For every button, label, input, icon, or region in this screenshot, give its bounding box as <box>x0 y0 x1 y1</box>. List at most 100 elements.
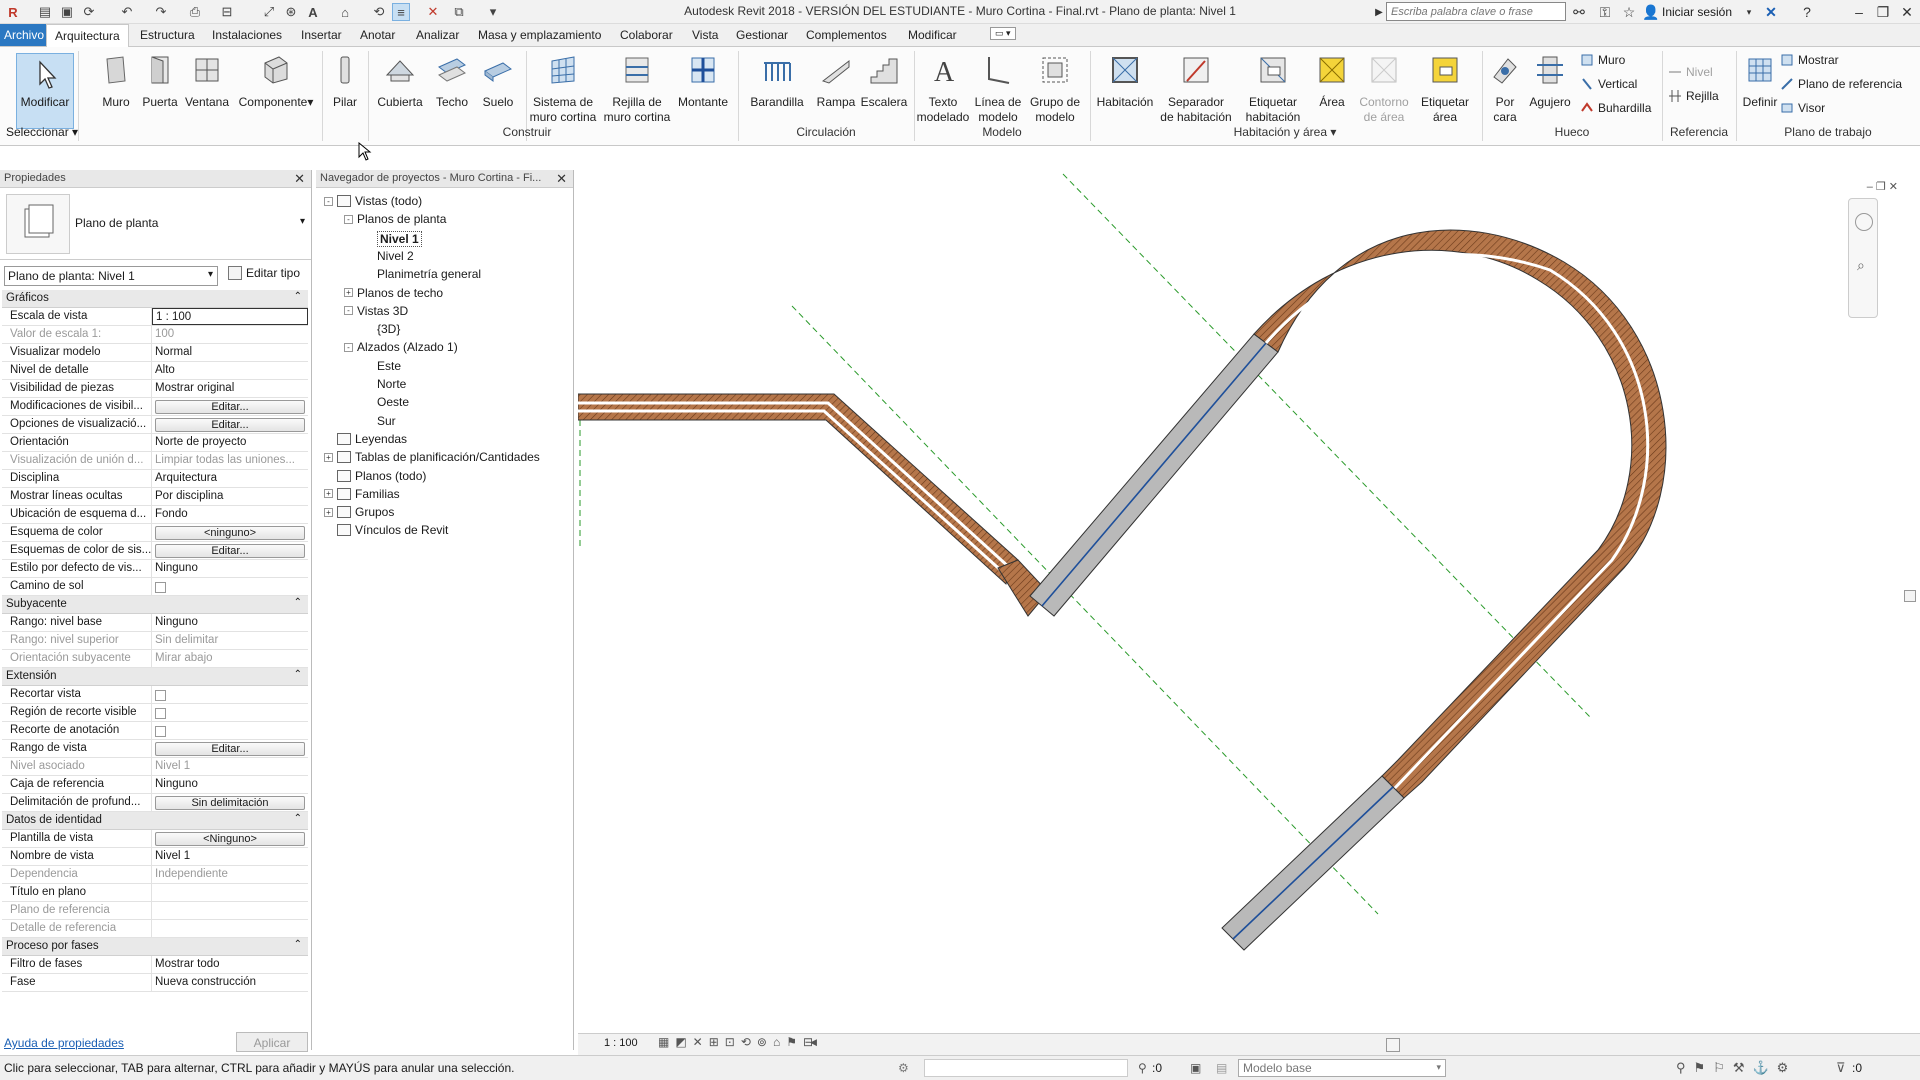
shaft-button[interactable]: Agujero <box>1526 53 1574 110</box>
properties-help-link[interactable]: Ayuda de propiedades <box>4 1036 124 1050</box>
search-input[interactable] <box>1386 2 1566 21</box>
property-value[interactable]: 1 : 100 <box>152 308 308 325</box>
property-value[interactable]: Nivel 1 <box>152 848 308 865</box>
tab-archivo[interactable]: Archivo <box>0 24 49 46</box>
tab-instalaciones[interactable]: Instalaciones <box>212 28 282 42</box>
selection-toggle-icons[interactable]: ⚲⚑⚐⚒⚓⚙ <box>1676 1060 1796 1076</box>
close-browser-icon[interactable]: ✕ <box>556 171 567 187</box>
tree-node[interactable]: + Familias <box>324 487 400 501</box>
tree-node[interactable]: - Alzados (Alzado 1) <box>344 340 458 354</box>
curtain-grid-button[interactable]: Rejilla de muro cortina <box>602 53 672 125</box>
by-face-button[interactable]: Por cara <box>1484 53 1526 125</box>
tree-node[interactable]: + Planos de techo <box>344 286 443 300</box>
tab-masa-emplazamiento[interactable]: Masa y emplazamiento <box>478 28 601 42</box>
wall-button[interactable]: Muro <box>96 53 136 110</box>
view-window-controls[interactable]: – ❐ ✕ <box>1867 180 1898 193</box>
mullion-button[interactable]: Montante <box>674 53 732 110</box>
tree-node[interactable]: - Planos de planta <box>344 212 446 226</box>
scrollbar-thumb-vertical[interactable] <box>1904 590 1916 602</box>
type-selector[interactable]: Plano de planta ▾ <box>0 188 311 260</box>
collapse-icon[interactable]: ⌃ <box>294 291 302 302</box>
property-value[interactable]: Editar... <box>152 398 308 415</box>
property-group-header[interactable]: Subyacente ⌃ <box>2 596 308 614</box>
room-button[interactable]: Habitación <box>1092 53 1158 110</box>
expand-icon[interactable]: + <box>344 288 353 297</box>
tag-area-button[interactable]: Etiquetar área <box>1414 53 1476 125</box>
reference-plane-button[interactable]: Plano de referencia <box>1780 77 1902 91</box>
tab-modificar[interactable]: Modificar <box>908 28 957 42</box>
restore-icon[interactable]: ❐ <box>1874 3 1892 21</box>
railing-button[interactable]: Barandilla <box>744 53 810 110</box>
binoculars-icon[interactable]: ⚯ <box>1570 3 1588 21</box>
dormer-button[interactable]: Buhardilla <box>1580 101 1651 115</box>
tree-node[interactable]: Leyendas <box>324 432 407 446</box>
collapse-icon[interactable]: - <box>324 196 333 206</box>
property-value[interactable]: Ninguno <box>152 614 308 631</box>
property-value[interactable]: Sin delimitación <box>152 794 308 811</box>
tree-node[interactable]: Nivel 2 <box>364 249 414 263</box>
level-button[interactable]: Nivel <box>1668 65 1713 79</box>
signin-link[interactable]: Iniciar sesión <box>1662 5 1732 19</box>
tree-node[interactable]: Vínculos de Revit <box>324 523 448 537</box>
design-option-dropdown[interactable]: Modelo base ▾ <box>1238 1059 1446 1077</box>
property-checkbox[interactable] <box>155 726 166 737</box>
property-value[interactable]: Mostrar original <box>152 380 308 397</box>
property-value[interactable]: Editar... <box>152 542 308 559</box>
close-properties-icon[interactable]: ✕ <box>294 171 305 187</box>
type-dropdown-icon[interactable]: ▾ <box>300 216 305 227</box>
zoom-icon[interactable]: ⌕ <box>1857 257 1865 274</box>
ramp-button[interactable]: Rampa <box>814 53 858 110</box>
filter-icon[interactable]: ⊽ <box>1836 1060 1846 1076</box>
collapse-icon[interactable]: ⌃ <box>294 939 302 950</box>
property-edit-button[interactable]: <Ninguno> <box>155 832 305 846</box>
property-value[interactable] <box>152 884 308 901</box>
subscription-icon[interactable]: ⚿ <box>1596 3 1614 21</box>
property-value[interactable]: Nueva construcción <box>152 974 308 991</box>
viewer-button[interactable]: Visor <box>1780 101 1825 115</box>
tab-colaborar[interactable]: Colaborar <box>620 28 673 42</box>
modify-button[interactable]: Modificar <box>16 53 74 129</box>
tree-node[interactable]: - Vistas 3D <box>344 304 408 318</box>
drawing-area[interactable]: – ❐ ✕ <box>577 170 1920 1050</box>
worksets-icon[interactable]: ⚙ <box>898 1061 909 1075</box>
user-icon[interactable]: 👤 <box>1642 3 1660 21</box>
ribbon-toggle-icon[interactable]: ▭ ▾ <box>990 27 1016 40</box>
property-value[interactable]: Editar... <box>152 740 308 757</box>
property-edit-button[interactable]: Editar... <box>155 544 305 558</box>
tree-node[interactable]: Oeste <box>364 395 409 409</box>
set-workplane-button[interactable]: Definir <box>1738 53 1782 110</box>
property-value[interactable] <box>152 686 308 703</box>
reference-plane-line[interactable] <box>791 305 1379 915</box>
property-edit-button[interactable]: Sin delimitación <box>155 796 305 810</box>
tree-node[interactable]: - Vistas (todo) <box>324 194 422 208</box>
property-value[interactable]: Por disciplina <box>152 488 308 505</box>
panel-habitacion-label[interactable]: Habitación y área ▾ <box>1090 125 1480 139</box>
window-button[interactable]: Ventana <box>182 53 232 110</box>
help-icon[interactable]: ? <box>1798 3 1816 21</box>
property-value[interactable]: Arquitectura <box>152 470 308 487</box>
property-edit-button[interactable]: Editar... <box>155 742 305 756</box>
property-group-header[interactable]: Gráficos ⌃ <box>2 290 308 308</box>
scrollbar-thumb-horizontal[interactable] <box>1386 1038 1400 1052</box>
model-line-button[interactable]: Línea de modelo <box>970 53 1026 125</box>
favorites-star-icon[interactable]: ☆ <box>1620 3 1638 21</box>
worksets-dropdown[interactable] <box>924 1059 1128 1077</box>
room-separator-button[interactable]: Separador de habitación <box>1158 53 1234 125</box>
collapse-icon[interactable]: ⌃ <box>294 669 302 680</box>
property-group-header[interactable]: Proceso por fases ⌃ <box>2 938 308 956</box>
property-edit-button[interactable]: Editar... <box>155 400 305 414</box>
tag-room-button[interactable]: Etiquetar habitación <box>1238 53 1308 125</box>
view-instance-selector[interactable]: Plano de planta: Nivel 1 ▾ <box>4 266 218 286</box>
tree-node[interactable]: Planos (todo) <box>324 469 426 483</box>
property-checkbox[interactable] <box>155 708 166 719</box>
apply-button[interactable]: Aplicar <box>236 1032 308 1052</box>
steering-wheel-icon[interactable] <box>1855 213 1873 231</box>
design-options-icon[interactable]: ▣ <box>1190 1061 1201 1075</box>
property-edit-button[interactable]: Editar... <box>155 418 305 432</box>
property-value[interactable]: Fondo <box>152 506 308 523</box>
column-button[interactable]: Pilar <box>328 53 362 110</box>
property-group-header[interactable]: Datos de identidad ⌃ <box>2 812 308 830</box>
property-value[interactable]: Ninguno <box>152 560 308 577</box>
stair-button[interactable]: Escalera <box>860 53 908 110</box>
property-value[interactable] <box>152 704 308 721</box>
